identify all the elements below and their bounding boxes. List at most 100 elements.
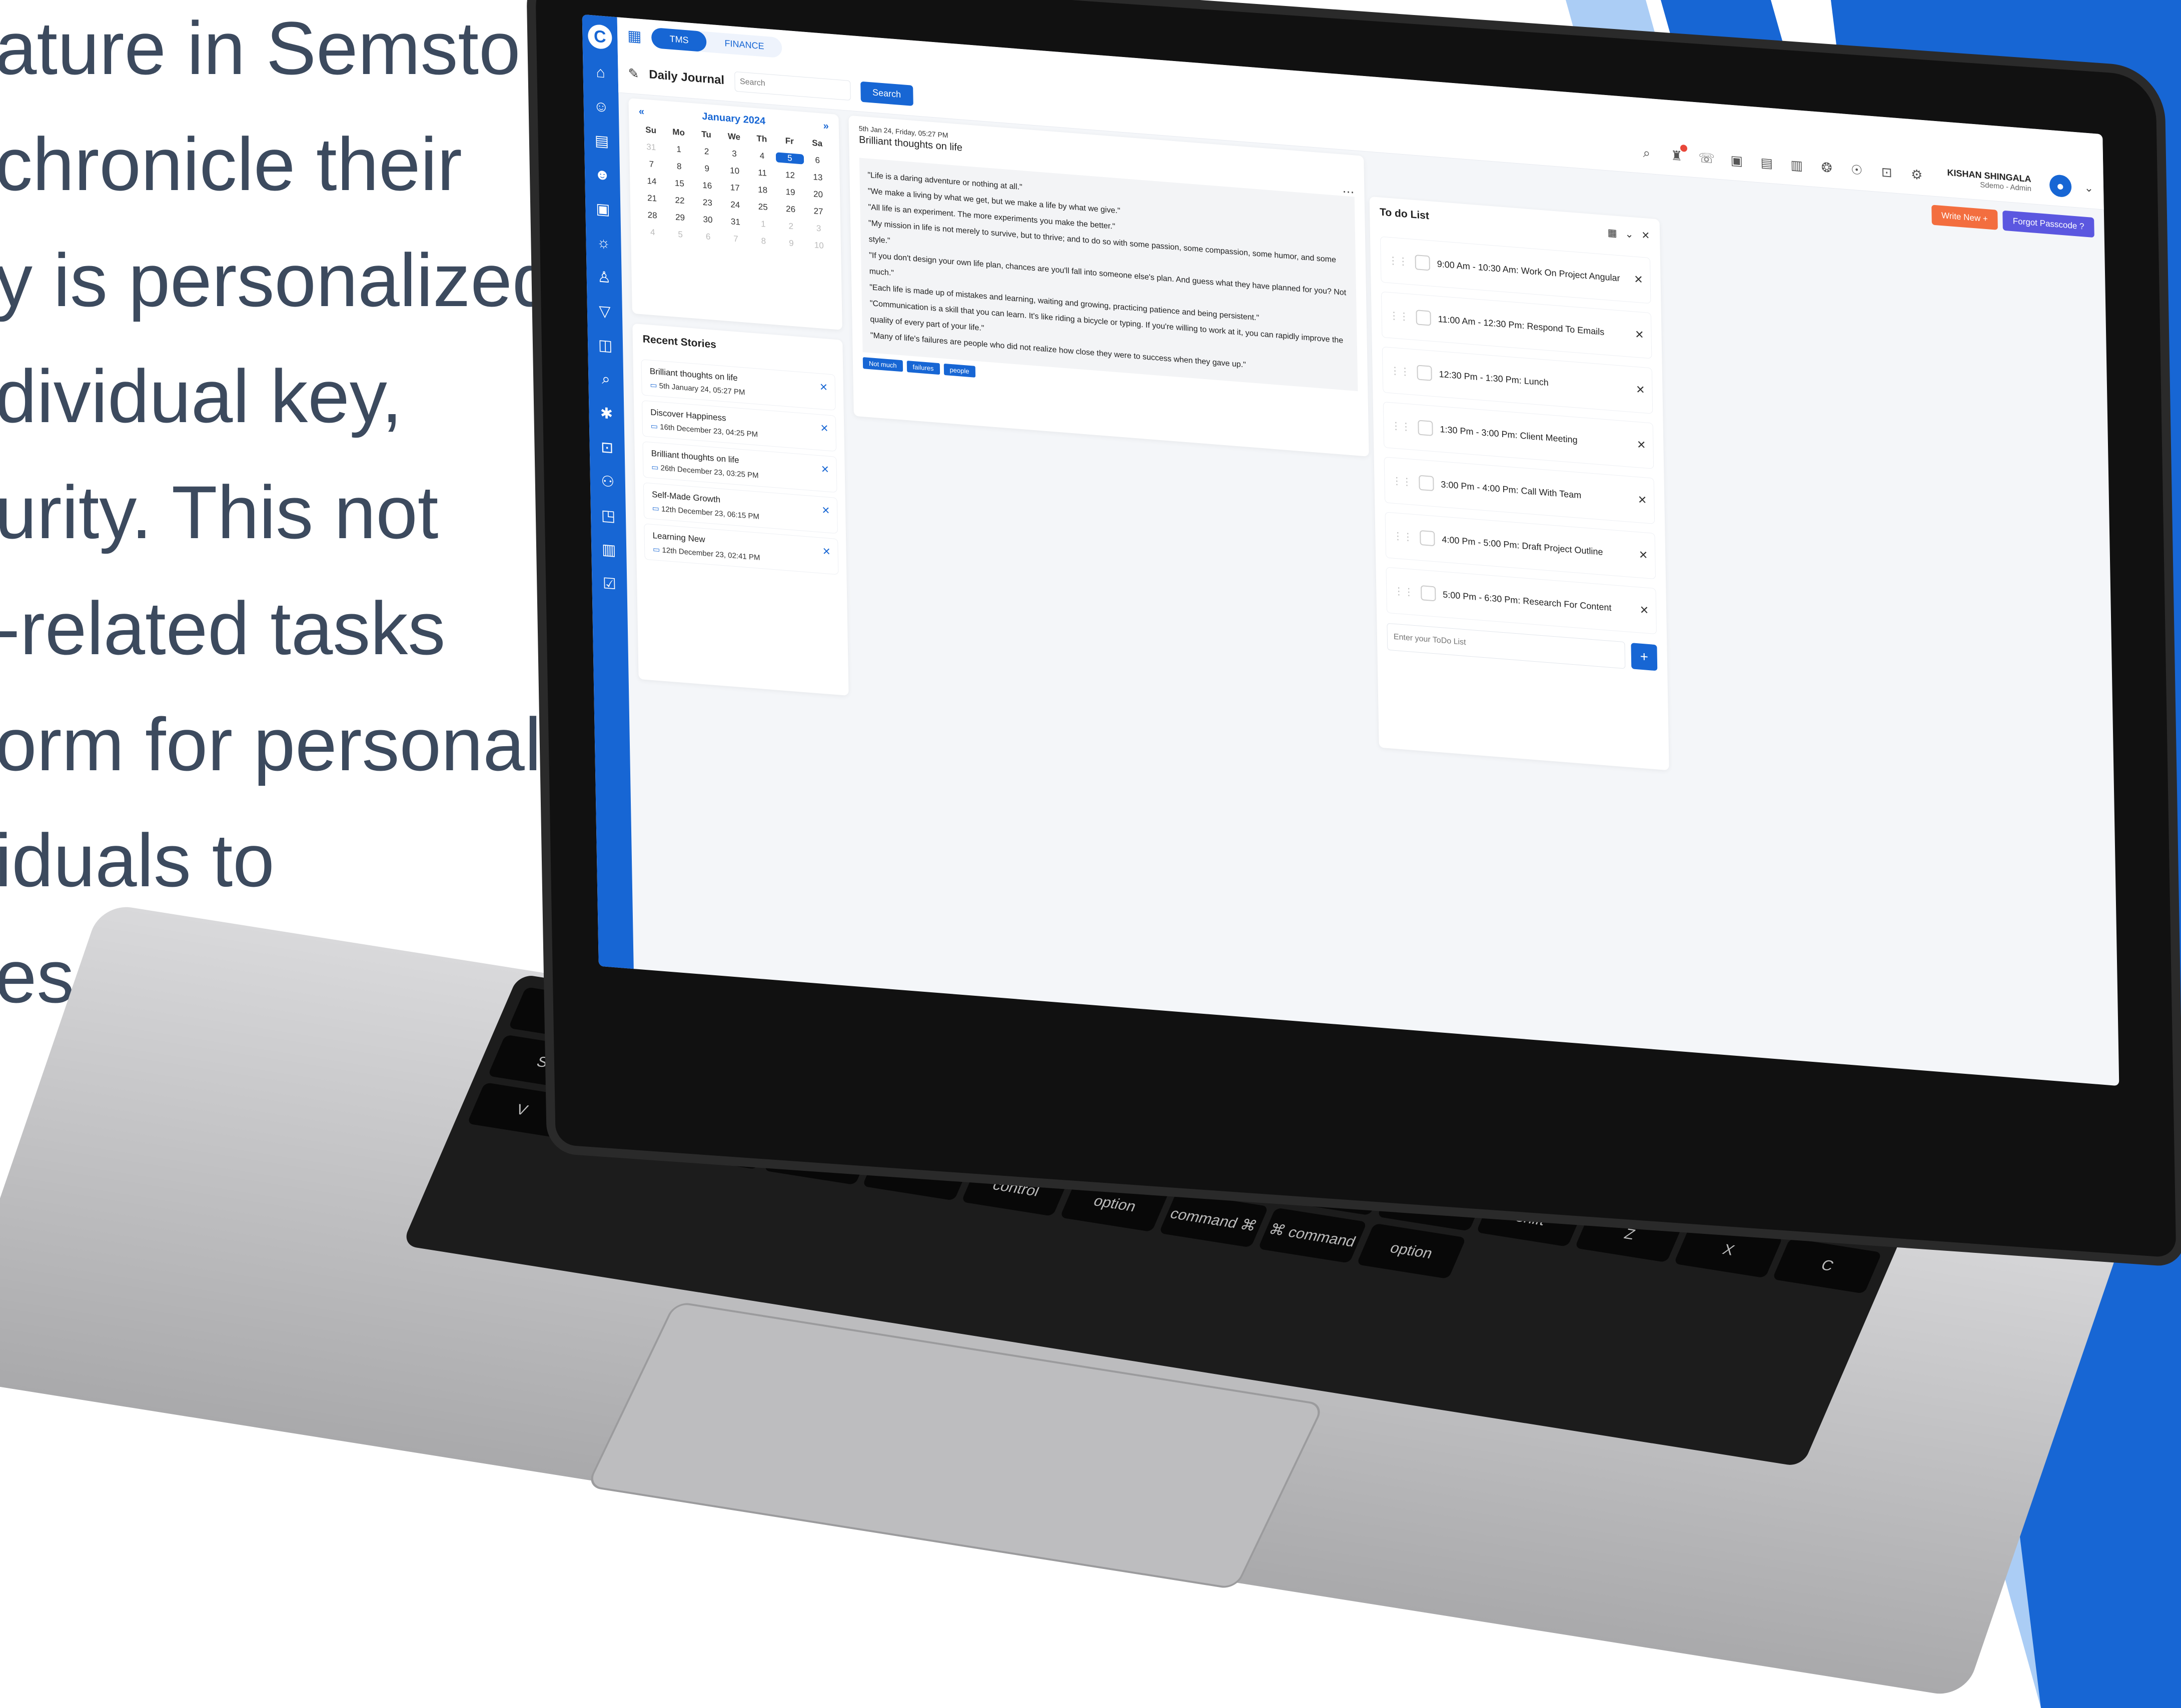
document-icon[interactable]: ▤: [592, 130, 612, 152]
clipboard-icon[interactable]: ▤: [1758, 154, 1775, 172]
calendar-day[interactable]: 22: [666, 195, 694, 207]
collapse-chevron-icon[interactable]: ⌄: [1625, 228, 1633, 241]
calendar-day[interactable]: 29: [666, 212, 694, 224]
calendar-day[interactable]: 21: [638, 193, 666, 205]
close-icon[interactable]: ✕: [1639, 548, 1648, 562]
inbox-icon[interactable]: ▣: [1728, 151, 1745, 170]
calendar-day[interactable]: 20: [804, 189, 832, 201]
drag-handle-icon[interactable]: ⋮⋮: [1393, 529, 1413, 543]
user-settings-icon[interactable]: ☼: [593, 233, 614, 254]
todo-checkbox[interactable]: [1418, 420, 1433, 436]
drag-handle-icon[interactable]: ⋮⋮: [1394, 584, 1414, 598]
calendar-day[interactable]: 4: [748, 150, 776, 162]
todo-checkbox[interactable]: [1415, 255, 1431, 271]
calendar-next-button[interactable]: »: [823, 121, 829, 133]
drag-handle-icon[interactable]: ⋮⋮: [1392, 474, 1412, 488]
write-new-button[interactable]: Write New +: [1931, 205, 1998, 230]
calendar-day[interactable]: 17: [721, 182, 749, 194]
add-todo-button[interactable]: +: [1631, 643, 1658, 671]
drag-handle-icon[interactable]: ⋮⋮: [1390, 364, 1410, 378]
close-icon[interactable]: ✕: [821, 463, 829, 476]
calendar-day[interactable]: 16: [693, 180, 721, 192]
calendar-day[interactable]: 1: [665, 144, 693, 156]
brain-icon[interactable]: ❂: [1818, 159, 1835, 177]
calendar-prev-button[interactable]: «: [639, 106, 645, 118]
notification-icon[interactable]: ♜: [1668, 144, 1687, 165]
close-icon[interactable]: ✕: [1635, 328, 1644, 342]
calendar-day[interactable]: 31: [722, 216, 750, 228]
todo-checkbox[interactable]: [1417, 365, 1432, 381]
calendar-day[interactable]: 7: [722, 233, 750, 245]
entry-tag[interactable]: Not much: [862, 357, 903, 372]
search-doc-icon[interactable]: ⌕: [596, 369, 616, 390]
calendar-day[interactable]: 5: [776, 152, 804, 165]
drag-handle-icon[interactable]: ⋮⋮: [1389, 309, 1409, 323]
calendar-day[interactable]: 8: [750, 235, 778, 247]
calendar-day[interactable]: 3: [805, 223, 833, 235]
more-options-icon[interactable]: ⋯: [1342, 185, 1355, 200]
todo-input[interactable]: [1387, 623, 1626, 669]
close-icon[interactable]: ✕: [1634, 273, 1643, 287]
calendar-day[interactable]: 28: [638, 210, 666, 222]
calendar-day[interactable]: 6: [694, 231, 722, 243]
close-icon[interactable]: ✕: [819, 381, 828, 394]
app-logo-icon[interactable]: C: [587, 24, 612, 50]
calendar-day[interactable]: 4: [639, 227, 667, 239]
support-icon[interactable]: ☉: [1848, 161, 1865, 179]
calendar-day[interactable]: 31: [637, 141, 665, 153]
calendar-day[interactable]: 10: [805, 240, 833, 252]
close-icon[interactable]: ✕: [1637, 438, 1646, 452]
close-icon[interactable]: ✕: [822, 545, 831, 558]
avatar-icon[interactable]: ●: [2049, 174, 2072, 198]
calendar-day[interactable]: 9: [777, 238, 805, 250]
todo-checkbox[interactable]: [1416, 310, 1431, 326]
close-icon[interactable]: ✕: [1640, 604, 1649, 617]
calendar-day[interactable]: 1: [749, 218, 777, 230]
calendar-day[interactable]: 10: [721, 165, 749, 177]
calendar-day[interactable]: 18: [749, 184, 777, 196]
group-icon[interactable]: ⚇: [598, 471, 618, 492]
files-icon[interactable]: ▥: [599, 539, 619, 561]
lock-icon[interactable]: ⊡: [597, 437, 617, 458]
calendar-day[interactable]: 30: [694, 214, 722, 226]
calendar-day[interactable]: 13: [804, 172, 832, 184]
user-info[interactable]: KISHAN SHINGALA Sdemo - Admin: [1947, 168, 2031, 193]
calendar-day[interactable]: 19: [776, 186, 804, 198]
home-icon[interactable]: ⌂: [590, 62, 611, 84]
tab-tms[interactable]: TMS: [651, 27, 707, 52]
person-icon[interactable]: ♙: [594, 267, 614, 288]
close-icon[interactable]: ✕: [821, 504, 830, 517]
calendar-day[interactable]: 9: [693, 163, 721, 175]
checklist-icon[interactable]: ☑: [599, 573, 620, 595]
tab-finance[interactable]: FINANCE: [706, 32, 782, 58]
settings-gear-icon[interactable]: ⚙: [1908, 166, 1925, 184]
todo-checkbox[interactable]: [1419, 475, 1434, 492]
close-icon[interactable]: ✕: [1641, 229, 1650, 242]
calendar-day[interactable]: 2: [693, 146, 721, 158]
calendar-day[interactable]: 24: [721, 199, 749, 211]
calendar-day[interactable]: 5: [666, 229, 694, 241]
calendar-day[interactable]: 11: [748, 167, 776, 179]
calendar-day[interactable]: 12: [776, 169, 804, 181]
calendar-day[interactable]: 27: [804, 206, 832, 218]
calendar-day[interactable]: 25: [749, 201, 777, 213]
calendar-day[interactable]: 14: [638, 176, 666, 188]
chat-icon[interactable]: ☏: [1698, 149, 1715, 168]
calendar-day[interactable]: 6: [803, 155, 831, 167]
filter-icon[interactable]: ▽: [595, 301, 615, 322]
search-icon[interactable]: ⌕: [1638, 144, 1656, 163]
close-icon[interactable]: ✕: [1636, 383, 1645, 397]
todo-checkbox[interactable]: [1420, 530, 1435, 547]
chevron-down-icon[interactable]: ⌄: [2084, 181, 2093, 195]
calendar-day[interactable]: 3: [720, 148, 748, 160]
todo-checkbox[interactable]: [1421, 585, 1436, 602]
entry-tag[interactable]: failures: [906, 360, 940, 375]
drag-handle-icon[interactable]: ⋮⋮: [1388, 254, 1408, 268]
calendar-day[interactable]: 26: [777, 203, 805, 215]
grid-view-icon[interactable]: ▦: [1607, 226, 1617, 240]
close-icon[interactable]: ✕: [1638, 493, 1647, 507]
calendar-day[interactable]: 23: [694, 197, 722, 209]
calendar-day[interactable]: 7: [638, 159, 666, 171]
apps-grid-icon[interactable]: ▦: [627, 27, 642, 45]
lock-icon[interactable]: ⊡: [1878, 163, 1895, 182]
